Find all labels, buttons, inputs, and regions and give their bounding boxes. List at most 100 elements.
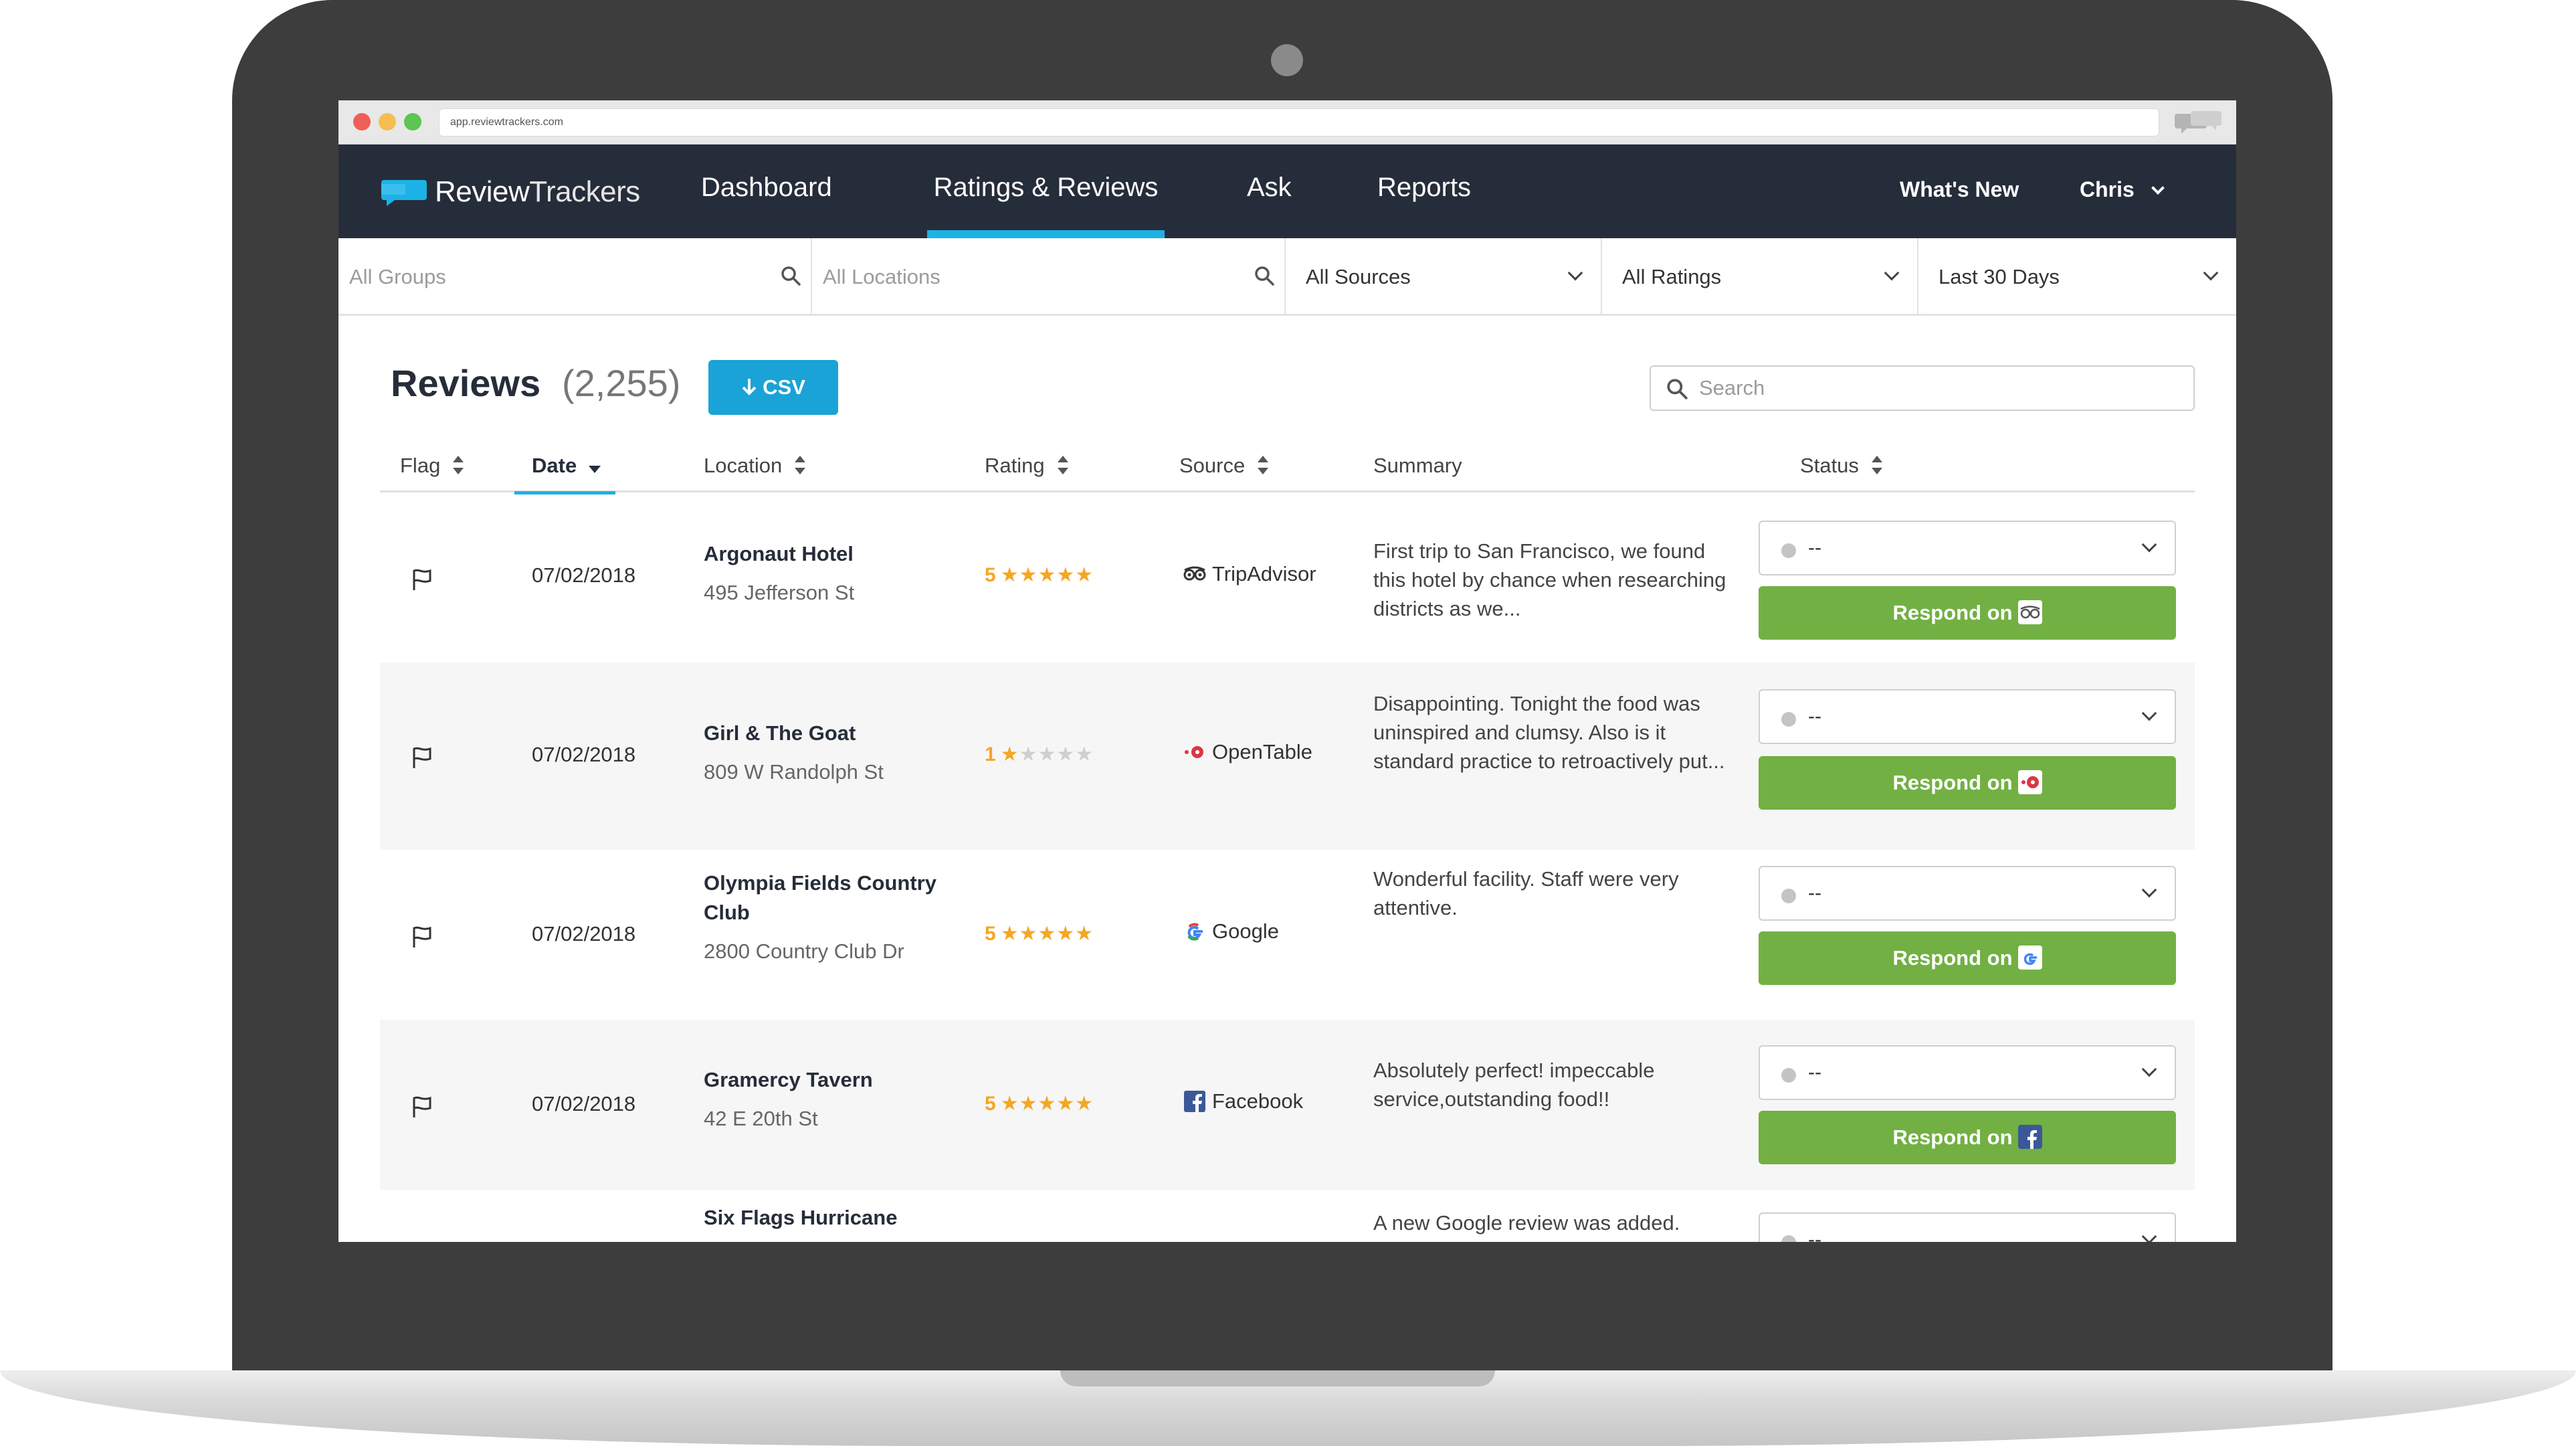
status-select[interactable]: -- (1759, 1212, 2176, 1242)
status-value: -- (1808, 1061, 1821, 1083)
sort-descending-icon (589, 466, 601, 474)
star-rating: 5 ★★★★★ (985, 923, 1094, 945)
status-indicator (1781, 1068, 1796, 1083)
source-cell: OpenTable (1183, 740, 1312, 764)
location-address: 2800 Country Club Dr (704, 939, 904, 963)
screen: app.reviewtrackers.com ReviewTrackers Da… (338, 100, 2236, 1242)
filter-bar: All Groups All Locations All Sources All… (338, 238, 2236, 316)
respond-button[interactable]: Respond on (1759, 586, 2176, 640)
flag-icon[interactable] (410, 567, 434, 592)
status-value: -- (1808, 537, 1821, 559)
flag-icon[interactable] (410, 745, 434, 770)
location-name: Six Flags Hurricane (704, 1206, 898, 1229)
column-rating[interactable]: Rating (985, 442, 1069, 492)
page-title: Reviews (391, 362, 541, 404)
status-indicator (1781, 1235, 1796, 1242)
status-select[interactable]: -- (1759, 1045, 2176, 1100)
app-header: ReviewTrackers Dashboard Ratings & Revie… (338, 145, 2236, 238)
respond-button[interactable]: Respond on (1759, 756, 2176, 810)
location-cell[interactable]: Gramercy Tavern 42 E 20th St (704, 1065, 958, 1134)
status-value: -- (1808, 1229, 1821, 1242)
review-summary[interactable]: Absolutely perfect! impeccable service,o… (1373, 1056, 1735, 1113)
column-date[interactable]: Date (514, 442, 616, 494)
status-indicator (1781, 543, 1796, 558)
location-cell[interactable]: Argonaut Hotel 495 Jefferson St (704, 539, 958, 608)
arrow-down-icon (742, 378, 757, 395)
ratings-filter-select[interactable]: All Ratings (1602, 238, 1918, 316)
address-bar[interactable]: app.reviewtrackers.com (439, 108, 2159, 137)
groups-filter-placeholder: All Groups (349, 265, 446, 288)
sort-icon (452, 455, 464, 474)
status-select[interactable]: -- (1759, 866, 2176, 921)
location-cell[interactable]: Girl & The Goat 809 W Randolph St (704, 719, 958, 787)
column-status[interactable]: Status (1800, 442, 1883, 492)
flag-icon[interactable] (410, 1095, 434, 1119)
location-address: 495 Jefferson St (704, 581, 855, 604)
search-icon[interactable] (1254, 265, 1275, 286)
table-row[interactable]: Six Flags Hurricane A new Google review … (380, 1190, 2195, 1242)
status-indicator (1781, 889, 1796, 903)
flag-icon[interactable] (410, 925, 434, 949)
review-date: 07/02/2018 (532, 922, 636, 945)
reviewtrackers-logo[interactable]: ReviewTrackers (380, 175, 640, 209)
nav-reports[interactable]: Reports (1377, 145, 1471, 238)
table-row[interactable]: 07/02/2018 Olympia Fields Country Club 2… (380, 850, 2195, 1020)
tripadvisor-icon (1183, 566, 1206, 581)
chevron-down-icon (2141, 1229, 2157, 1242)
user-menu[interactable]: Chris (2080, 145, 2165, 238)
date-range-select[interactable]: Last 30 Days (1918, 238, 2236, 316)
sources-filter-select[interactable]: All Sources (1286, 238, 1602, 316)
review-summary[interactable]: Wonderful facility. Staff were very atte… (1373, 865, 1735, 922)
whats-new-link[interactable]: What's New (1900, 145, 2019, 238)
status-select[interactable]: -- (1759, 521, 2176, 575)
column-source[interactable]: Source (1179, 442, 1269, 492)
google-icon (2017, 945, 2042, 970)
search-icon[interactable] (780, 265, 801, 286)
star-rating: 1 ★★★★★ (985, 743, 1094, 765)
close-window-button[interactable] (353, 113, 371, 130)
chat-bubbles-icon[interactable] (2175, 110, 2223, 137)
review-summary[interactable]: A new Google review was added. (1373, 1208, 1735, 1237)
minimize-window-button[interactable] (379, 113, 396, 130)
review-summary[interactable]: Disappointing. Tonight the food was unin… (1373, 689, 1735, 776)
groups-filter-input[interactable]: All Groups (338, 238, 812, 316)
csv-export-button[interactable]: CSV (708, 360, 838, 415)
respond-button[interactable]: Respond on (1759, 931, 2176, 985)
chevron-down-icon (2151, 181, 2165, 195)
location-name: Olympia Fields Country Club (704, 871, 936, 924)
maximize-window-button[interactable] (404, 113, 421, 130)
column-location[interactable]: Location (704, 442, 806, 492)
sources-filter-value: All Sources (1306, 265, 1411, 288)
source-cell: TripAdvisor (1183, 562, 1316, 586)
location-cell[interactable]: Six Flags Hurricane (704, 1203, 958, 1233)
source-cell: Google (1183, 919, 1279, 943)
status-value: -- (1808, 705, 1821, 727)
review-summary[interactable]: First trip to San Francisco, we found th… (1373, 537, 1735, 623)
source-name: Facebook (1212, 1089, 1304, 1113)
reviews-count: (2,255) (562, 362, 681, 404)
browser-bar: app.reviewtrackers.com (338, 100, 2236, 145)
locations-filter-input[interactable]: All Locations (812, 238, 1286, 316)
nav-ask[interactable]: Ask (1247, 145, 1292, 238)
table-row[interactable]: 07/02/2018 Girl & The Goat 809 W Randolp… (380, 662, 2195, 850)
tripadvisor-icon (2017, 600, 2042, 624)
status-select[interactable]: -- (1759, 689, 2176, 744)
facebook-icon (2017, 1124, 2042, 1149)
table-row[interactable]: 07/02/2018 Gramercy Tavern 42 E 20th St … (380, 1020, 2195, 1190)
location-cell[interactable]: Olympia Fields Country Club 2800 Country… (704, 869, 958, 966)
column-flag[interactable]: Flag (400, 442, 464, 492)
source-name: Google (1212, 919, 1279, 943)
nav-ratings-reviews[interactable]: Ratings & Reviews (927, 145, 1165, 238)
chevron-down-icon (2141, 1061, 2157, 1077)
reviews-search-input[interactable]: Search (1650, 365, 2195, 411)
webcam (1271, 44, 1303, 76)
search-placeholder: Search (1699, 376, 1765, 399)
chevron-down-icon (1567, 265, 1583, 281)
nav-dashboard[interactable]: Dashboard (701, 145, 832, 238)
table-row[interactable]: 07/02/2018 Argonaut Hotel 495 Jefferson … (380, 492, 2195, 662)
status-value: -- (1808, 882, 1821, 904)
respond-button[interactable]: Respond on (1759, 1111, 2176, 1164)
location-address: 42 E 20th St (704, 1107, 818, 1130)
search-icon (1667, 379, 1688, 399)
logo-mark-icon (381, 180, 427, 206)
